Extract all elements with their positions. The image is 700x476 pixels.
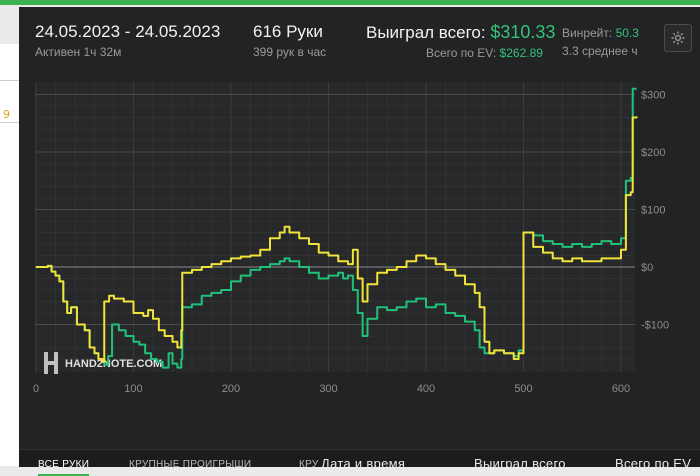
profit-chart: $300 $200 $100 $0 -$100 0 100 200 300 400 500 600 HA… — [33, 82, 669, 395]
tab-truncated[interactable]: КРУ — [299, 459, 319, 470]
x-tick-label: 200 — [222, 383, 240, 395]
session-graph-panel: 24.05.2023 - 24.05.2023 Активен 1ч 32м 6… — [19, 7, 700, 476]
y-tick-label: $0 — [641, 262, 653, 274]
column-date-time[interactable]: Дата и время — [321, 456, 405, 471]
x-tick-label: 300 — [319, 383, 337, 395]
y-tick-label: -$100 — [641, 320, 669, 332]
column-ev-total[interactable]: Всего по EV — [615, 456, 691, 471]
top-accent-bar — [0, 0, 700, 5]
background-list-strip: 9 — [0, 44, 20, 466]
list-item: 9 — [3, 108, 10, 121]
x-tick-label: 400 — [417, 383, 435, 395]
tab-all-hands[interactable]: ВСЕ РУКИ — [38, 459, 90, 476]
y-tick-label: $200 — [641, 147, 665, 159]
y-tick-label: $100 — [641, 205, 665, 217]
x-tick-label: 600 — [612, 383, 630, 395]
tab-bar: ВСЕ РУКИ КРУПНЫЕ ПРОИГРЫШИ КРУ Дата и вр… — [19, 449, 700, 476]
list-divider — [0, 80, 19, 81]
x-tick-label: 100 — [124, 383, 142, 395]
x-tick-label: 0 — [33, 383, 39, 395]
tab-big-losses[interactable]: КРУПНЫЕ ПРОИГРЫШИ — [129, 459, 251, 470]
x-tick-label: 500 — [514, 383, 532, 395]
y-tick-label: $300 — [641, 90, 665, 102]
list-divider — [0, 122, 19, 123]
watermark-text: HAND2NOTE.COM — [65, 358, 162, 370]
column-won-total[interactable]: Выиграл всего — [474, 456, 566, 471]
plot-area — [35, 82, 635, 372]
